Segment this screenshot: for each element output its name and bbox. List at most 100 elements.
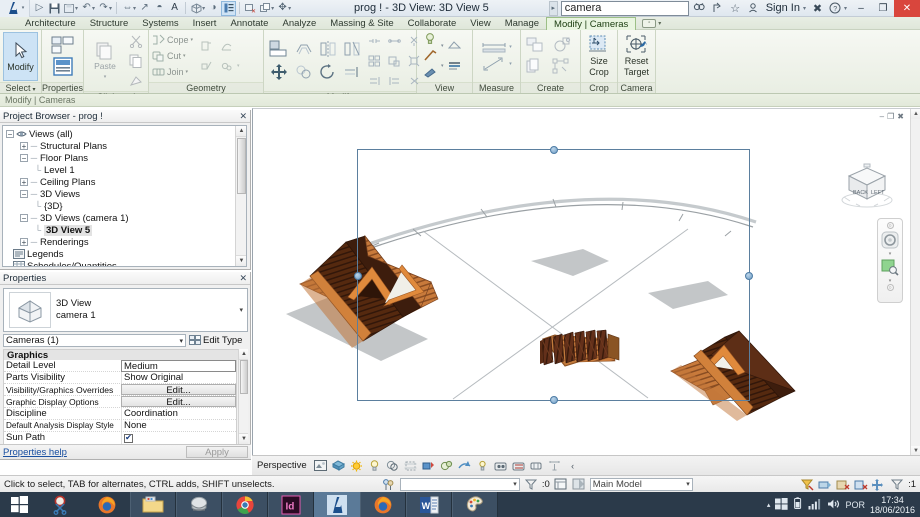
- view-chevron-down-icon-1[interactable]: ▾: [441, 43, 444, 49]
- undo-chevron-down-icon[interactable]: ▾: [92, 5, 95, 12]
- minimize-button[interactable]: –: [850, 0, 872, 17]
- split-with-gap-icon[interactable]: [385, 51, 404, 70]
- join-chevron-down-icon[interactable]: ▾: [186, 69, 189, 75]
- project-browser-close-icon[interactable]: ✕: [239, 111, 247, 122]
- taskbar-app-paint[interactable]: [452, 492, 498, 517]
- temporary-view-properties-icon[interactable]: [512, 459, 526, 473]
- apply-button[interactable]: Apply: [186, 446, 248, 458]
- property-value-graphic-display-edit-button[interactable]: Edit...: [121, 396, 236, 407]
- tab-manage[interactable]: Manage: [498, 17, 546, 30]
- redo-chevron-down-icon[interactable]: ▾: [109, 5, 112, 12]
- text-icon[interactable]: A: [167, 1, 182, 16]
- analytical-model-icon[interactable]: [476, 459, 490, 473]
- view-scale-label[interactable]: Perspective: [257, 460, 307, 471]
- mirror-pick-axis-icon[interactable]: [317, 38, 339, 60]
- restore-button[interactable]: ❐: [872, 0, 894, 17]
- design-options-icon[interactable]: [382, 477, 396, 491]
- steering-wheel-icon[interactable]: [880, 230, 900, 250]
- properties-dialog-icon[interactable]: [51, 57, 75, 77]
- help-icon[interactable]: ?: [828, 1, 843, 16]
- help-chevron-down-icon[interactable]: ▾: [844, 5, 847, 12]
- filter-icon[interactable]: [890, 477, 904, 491]
- taskbar-app-chrome[interactable]: [222, 492, 268, 517]
- align-icon[interactable]: [267, 38, 291, 60]
- start-button[interactable]: [0, 492, 38, 517]
- property-value-parts-visibility[interactable]: Show Original: [121, 372, 236, 383]
- create-assembly-icon[interactable]: [550, 57, 574, 77]
- crop-grip-left[interactable]: [354, 272, 362, 280]
- taskbar-app-word[interactable]: W: [406, 492, 452, 517]
- tab-collaborate[interactable]: Collaborate: [401, 17, 464, 30]
- press-and-drag-icon[interactable]: [872, 477, 886, 491]
- reveal-hidden-elements-icon[interactable]: [458, 459, 472, 473]
- zoom-chevron-down-icon[interactable]: ▾: [889, 278, 892, 284]
- tab-view[interactable]: View: [463, 17, 497, 30]
- create-group-icon[interactable]: [524, 57, 548, 77]
- wifi-signal-icon[interactable]: [808, 498, 822, 512]
- navbar-menu-icon[interactable]: ○: [886, 222, 894, 229]
- rotate-icon[interactable]: [317, 61, 339, 83]
- viewport-scrollbar[interactable]: ▲ ▼: [910, 109, 920, 455]
- tab-analyze[interactable]: Analyze: [275, 17, 323, 30]
- cut-geometry-button[interactable]: Cut ▾: [152, 49, 193, 64]
- volume-icon[interactable]: [827, 498, 840, 512]
- measure-chevron-down-icon-2[interactable]: ▾: [509, 61, 512, 67]
- edit-type-button[interactable]: Edit Type: [189, 335, 242, 346]
- viewport-scroll-down-icon[interactable]: ▼: [911, 446, 920, 455]
- section-icon[interactable]: ◑: [206, 1, 221, 16]
- close-hidden-windows-icon[interactable]: ✕: [243, 1, 258, 16]
- design-options-chevron-down-icon[interactable]: ▾: [513, 480, 517, 488]
- scroll-down-icon[interactable]: ▼: [236, 255, 246, 266]
- extend-multiple-icon[interactable]: [385, 71, 404, 90]
- project-browser-scrollbar[interactable]: ▲ ▼: [235, 126, 246, 266]
- property-row-parts-visibility[interactable]: Parts Visibility Show Original: [4, 372, 236, 384]
- expand-toggle-icon[interactable]: −: [20, 214, 28, 223]
- tree-node-3d-default[interactable]: └ {3D}: [6, 200, 237, 212]
- thin-lines-icon[interactable]: [221, 0, 237, 16]
- autodesk-exchange-icon[interactable]: ✖: [810, 1, 825, 16]
- gray-inactive-worksets-icon[interactable]: [572, 477, 586, 491]
- crop-grip-bottom[interactable]: [550, 396, 558, 404]
- tree-node-views-all[interactable]: − Views (all): [6, 128, 237, 140]
- select-chevron-down-icon[interactable]: ▾: [33, 87, 36, 93]
- battery-icon[interactable]: [793, 497, 803, 512]
- expand-toggle-icon[interactable]: +: [20, 178, 28, 187]
- workset-chevron-down-icon[interactable]: ▾: [686, 480, 690, 488]
- close-button[interactable]: ✕: [894, 0, 920, 17]
- drawing-viewport[interactable]: – ❐ ✖ BACK LEFT ○ ▾ ▾ ○ ▲ ▼: [252, 108, 920, 455]
- language-indicator[interactable]: POR: [845, 500, 865, 510]
- cut-icon[interactable]: [126, 31, 145, 50]
- sign-in-chevron-down-icon[interactable]: ▾: [803, 5, 806, 12]
- props-scroll-up-icon[interactable]: ▲: [239, 349, 248, 360]
- group-icon[interactable]: [365, 51, 384, 70]
- viewport-scroll-up-icon[interactable]: ▲: [911, 109, 920, 119]
- expand-toggle-icon[interactable]: −: [6, 130, 14, 139]
- save-as-chevron-down-icon[interactable]: ▾: [75, 5, 78, 12]
- sign-in-button[interactable]: Sign In: [764, 2, 802, 14]
- property-value-vg-overrides-edit-button[interactable]: Edit...: [121, 384, 236, 395]
- measure-chevron-down-icon[interactable]: ▾: [133, 5, 136, 12]
- exclude-options-filter-icon[interactable]: [524, 477, 538, 491]
- sign-in-person-icon[interactable]: [746, 1, 761, 16]
- copy-tool-icon[interactable]: [293, 61, 315, 83]
- navbar-settings-icon[interactable]: ○: [886, 284, 894, 291]
- switch-windows-chevron-down-icon[interactable]: ▾: [271, 5, 274, 12]
- search-expand-icon[interactable]: ▸: [548, 0, 558, 16]
- 3d-view-chevron-down-icon[interactable]: ▾: [202, 5, 205, 12]
- revit-app-menu-button[interactable]: ▾: [0, 0, 30, 17]
- render-in-cloud-icon[interactable]: [445, 37, 464, 56]
- tree-node-schedules-quantities[interactable]: Schedules/Quantities: [6, 260, 237, 266]
- properties-grid-scrollbar[interactable]: ▲ ▼: [238, 349, 248, 444]
- action-center-icon[interactable]: [775, 497, 789, 512]
- cope-button[interactable]: Cope ▾: [152, 33, 193, 48]
- remove-hidden-lines-icon[interactable]: [420, 48, 440, 64]
- show-hidden-lines-icon[interactable]: [420, 31, 440, 47]
- expand-toggle-icon[interactable]: −: [20, 190, 28, 199]
- show-hidden-icons-icon[interactable]: ▴: [767, 501, 771, 509]
- split-element-icon[interactable]: [217, 57, 236, 76]
- property-row-detail-level[interactable]: Detail Level Medium: [4, 360, 236, 372]
- viewcube-home-icon[interactable]: [863, 163, 871, 168]
- lock-3d-view-icon[interactable]: [422, 459, 436, 473]
- properties-close-icon[interactable]: ✕: [239, 273, 247, 284]
- demolish-icon[interactable]: [197, 57, 216, 76]
